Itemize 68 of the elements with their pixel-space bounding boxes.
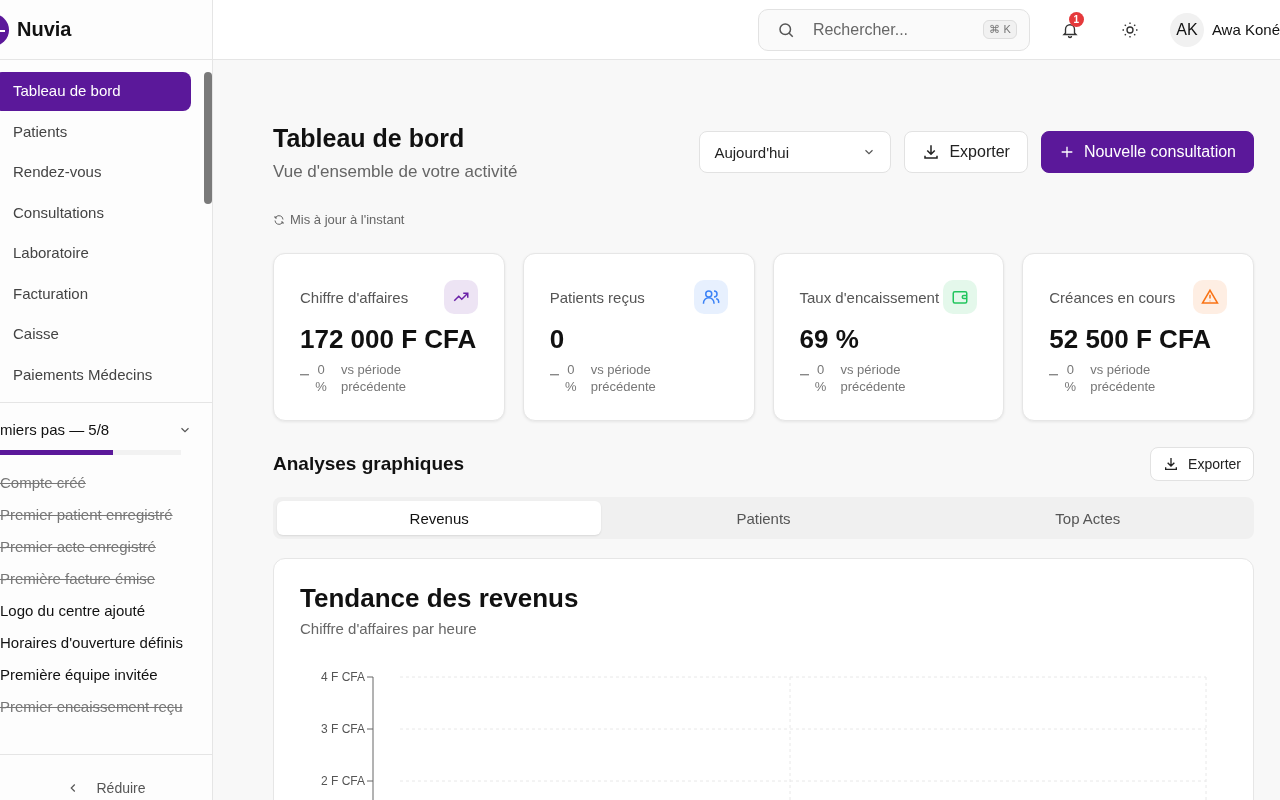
axis-label: 3 F CFA — [321, 722, 365, 736]
update-status: Mis à jour à l'instant — [290, 212, 405, 227]
nav-item[interactable]: Facturation — [0, 274, 191, 313]
section-title: Analyses graphiques — [273, 453, 465, 475]
dash-icon — [549, 374, 559, 376]
checklist-item[interactable]: Premier encaissement reçu — [0, 691, 212, 723]
chart-subtitle: Chiffre d'affaires par heure — [300, 620, 478, 637]
notification-badge: 1 — [1068, 11, 1084, 27]
checklist-item[interactable]: Compte créé — [0, 467, 212, 499]
chart-title: Tendance des revenus — [300, 583, 580, 614]
stat-value: 52 500 F CFA — [1049, 324, 1213, 355]
search-input[interactable]: Rechercher... — [810, 19, 968, 40]
period-select[interactable]: Aujourd'hui — [699, 131, 892, 173]
download-icon — [1163, 456, 1180, 472]
nav-item[interactable]: Caisse — [0, 315, 191, 354]
checklist-item[interactable]: Horaires d'ouverture définis — [0, 627, 212, 659]
tab[interactable]: Top Actes — [925, 501, 1250, 535]
avatar[interactable]: AK — [1169, 12, 1204, 47]
stat-note: vs période précédente — [1090, 361, 1157, 395]
tab[interactable]: Revenus — [277, 501, 602, 535]
stat-delta: 0 % — [1063, 361, 1078, 395]
stat-label: Chiffre d'affaires — [300, 288, 409, 306]
stat-label: Patients reçus — [549, 288, 645, 306]
stat-note: vs période précédente — [590, 361, 657, 395]
checklist-item[interactable]: Première facture émise — [0, 563, 212, 595]
stat-label: Taux d'encaissement — [799, 288, 940, 306]
nav-item[interactable]: Consultations — [0, 193, 191, 232]
tab[interactable]: Patients — [601, 501, 926, 535]
shortcut-hint: ⌘ K — [983, 20, 1017, 39]
axis-label: 4 F CFA — [321, 670, 365, 684]
stat-delta: 0 % — [813, 361, 828, 395]
notifications-button[interactable]: 1 — [1049, 9, 1090, 50]
stat-label: Créances en cours — [1049, 288, 1176, 306]
stat-note: vs période précédente — [341, 361, 408, 395]
checklist-item[interactable]: Logo du centre ajouté — [0, 595, 212, 627]
dash-icon — [799, 374, 809, 376]
nav-item[interactable]: Tableau de bord — [0, 72, 191, 111]
collapse-button[interactable]: Réduire — [62, 777, 150, 799]
search-icon — [776, 20, 795, 39]
stat-note: vs période précédente — [840, 361, 907, 395]
checklist-item[interactable]: Premier patient enregistré — [0, 499, 212, 531]
nav-item[interactable]: Patients — [0, 112, 191, 151]
search-field[interactable]: Rechercher... ⌘ K — [757, 8, 1030, 51]
page-title: Tableau de bord — [273, 123, 466, 154]
scrollbar[interactable] — [204, 72, 212, 204]
checklist-title: miers pas — 5/8 — [0, 421, 110, 438]
stat-delta: 0 % — [314, 361, 328, 395]
refresh-icon — [273, 213, 285, 226]
dash-icon — [1049, 374, 1059, 376]
export-button[interactable]: Exporter — [904, 131, 1028, 173]
nav-item[interactable]: Laboratoire — [0, 234, 191, 273]
stat-delta: 0 % — [563, 361, 578, 395]
stat-value: 172 000 F CFA — [300, 324, 478, 355]
download-icon — [922, 143, 941, 161]
checklist-item[interactable]: Premier acte enregistré — [0, 531, 212, 563]
dash-icon — [300, 374, 309, 376]
checklist-item[interactable]: Première équipe invitée — [0, 659, 212, 691]
nav-item[interactable]: Paiements Médecins — [0, 355, 191, 394]
axis-label: 2 F CFA — [321, 774, 365, 788]
new-consultation-button[interactable]: Nouvelle consultation — [1040, 131, 1254, 173]
user-name: Awa Koné — [1211, 21, 1280, 38]
sun-icon — [1120, 20, 1139, 39]
brand-name: Nuvia — [17, 18, 72, 41]
nav-item[interactable]: Rendez-vous — [0, 153, 191, 192]
page-subtitle: Vue d'ensemble de votre activité — [273, 162, 518, 182]
stat-value: 69 % — [799, 324, 860, 355]
export-button[interactable]: Exporter — [1150, 447, 1254, 481]
stat-value: 0 — [549, 324, 566, 355]
